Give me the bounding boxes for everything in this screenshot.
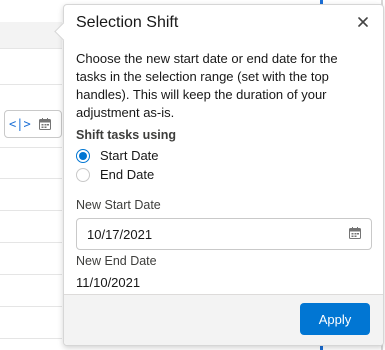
calendar-icon[interactable] — [38, 118, 51, 130]
shift-handles-icon[interactable]: <|> — [9, 117, 31, 131]
radio-start-date[interactable]: Start Date — [76, 148, 159, 163]
radio-start-date-control[interactable] — [76, 148, 90, 163]
popover-title: Selection Shift — [76, 14, 179, 31]
grid-row-divider — [0, 84, 62, 85]
new-start-date-label: New Start Date — [76, 198, 161, 212]
close-icon[interactable] — [358, 14, 368, 32]
shift-tasks-using-label: Shift tasks using — [76, 128, 177, 142]
new-start-date-value[interactable]: 10/17/2021 — [87, 227, 349, 242]
close-button[interactable] — [353, 13, 373, 33]
grid-row-divider — [0, 274, 62, 275]
radio-end-date[interactable]: End Date — [76, 167, 154, 182]
popover-footer: Apply — [64, 294, 383, 345]
grid-row-divider — [0, 147, 62, 148]
selection-shift-chip[interactable]: <|> — [4, 110, 62, 138]
new-end-date-value: 11/10/2021 — [76, 275, 141, 290]
grid-header — [0, 22, 62, 49]
grid-row-divider — [0, 338, 62, 339]
popover-description: Choose the new start date or end date fo… — [76, 51, 338, 120]
radio-start-date-label[interactable]: Start Date — [100, 148, 159, 163]
new-start-date-input[interactable]: 10/17/2021 — [76, 218, 372, 250]
grid-row-divider — [0, 306, 62, 307]
grid-row-divider — [0, 210, 62, 211]
grid-row-divider — [0, 242, 62, 243]
new-end-date-label: New End Date — [76, 254, 157, 268]
selection-shift-popover: Selection Shift Choose the new start dat… — [54, 4, 384, 346]
grid-row-divider — [0, 178, 62, 179]
apply-button[interactable]: Apply — [300, 303, 370, 335]
radio-end-date-control[interactable] — [76, 167, 90, 182]
calendar-icon[interactable] — [349, 226, 361, 242]
radio-end-date-label[interactable]: End Date — [100, 167, 154, 182]
